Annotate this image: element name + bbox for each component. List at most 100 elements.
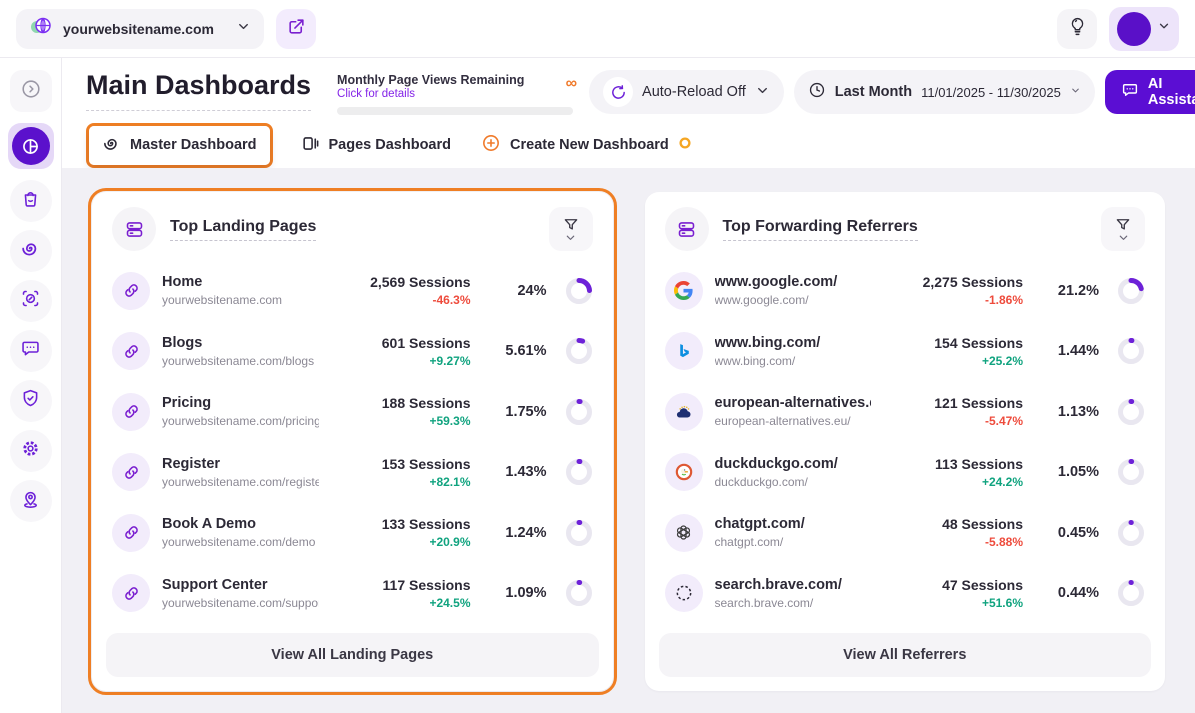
refresh-icon [603, 77, 633, 107]
item-percent: 0.44% [1037, 585, 1099, 601]
item-sessions: 188 Sessions [331, 395, 471, 411]
open-website-button[interactable] [276, 9, 316, 49]
sidebar-item-privacy[interactable] [10, 380, 52, 422]
list-item[interactable]: european-alternatives.eu/ european-alter… [665, 383, 1146, 441]
auto-reload-dropdown[interactable]: Auto-Reload Off [589, 70, 784, 114]
lightbulb-icon [1067, 16, 1088, 42]
list-item[interactable]: www.bing.com/ www.bing.com/ 154 Sessions… [665, 322, 1146, 380]
item-name: Home [162, 274, 319, 290]
view-all-button[interactable]: View All Landing Pages [106, 633, 599, 677]
item-sessions: 2,275 Sessions [883, 274, 1023, 290]
list-item[interactable]: Book A Demo yourwebsitename.com/demo 133… [112, 504, 593, 562]
item-name: Pricing [162, 395, 319, 411]
item-percent: 0.45% [1037, 525, 1099, 541]
sidebar-toggle-button[interactable] [10, 70, 52, 112]
bing-favicon-icon [665, 332, 703, 370]
tab-pages-dashboard[interactable]: Pages Dashboard [299, 126, 454, 165]
topbar: yourwebsitename.com [0, 0, 1195, 58]
date-range-picker[interactable]: Last Month 11/01/2025 - 11/30/2025 [794, 70, 1095, 114]
item-sessions: 153 Sessions [331, 456, 471, 472]
sidebar-item-settings[interactable] [10, 430, 52, 472]
view-all-button[interactable]: View All Referrers [659, 633, 1152, 677]
tab-master-dashboard[interactable]: Master Dashboard [89, 126, 270, 165]
quota-details-link[interactable]: Click for details [337, 88, 415, 100]
item-url: yourwebsitename.com [162, 293, 319, 307]
item-name: duckduckgo.com/ [715, 456, 872, 472]
top-forwarding-referrers-card: Top Forwarding Referrers www.google.com/… [645, 192, 1166, 691]
chat-bubble-icon [20, 338, 41, 364]
eu-alternatives-favicon-icon [665, 393, 703, 431]
infinity-value: ∞ [566, 76, 577, 92]
list-item[interactable]: chatgpt.com/ chatgpt.com/ 48 Sessions -5… [665, 504, 1146, 562]
donut-chart-icon [1117, 277, 1145, 305]
dashboards-icon [12, 127, 50, 165]
donut-chart-icon [565, 519, 593, 547]
list-item[interactable]: Home yourwebsitename.com 2,569 Sessions … [112, 262, 593, 320]
item-name: www.bing.com/ [715, 335, 872, 351]
period-range: 11/01/2025 - 11/30/2025 [921, 85, 1061, 100]
account-menu[interactable] [1109, 7, 1179, 51]
filter-button[interactable] [1101, 207, 1145, 251]
duckduckgo-favicon-icon [665, 453, 703, 491]
list-item[interactable]: duckduckgo.com/ duckduckgo.com/ 113 Sess… [665, 443, 1146, 501]
item-change: +24.2% [883, 475, 1023, 489]
shield-check-icon [20, 388, 41, 414]
page-title: Main Dashboards [86, 70, 311, 111]
list-item[interactable]: www.google.com/ www.google.com/ 2,275 Se… [665, 262, 1146, 320]
table-rows-icon [112, 207, 156, 251]
quota-progress-bar [337, 107, 573, 115]
donut-chart-icon [1117, 458, 1145, 486]
ideas-button[interactable] [1057, 9, 1097, 49]
item-sessions: 133 Sessions [331, 516, 471, 532]
item-change: +82.1% [331, 475, 471, 489]
list-item[interactable]: Support Center yourwebsitename.com/suppo… [112, 564, 593, 622]
ai-assistant-button[interactable]: AI Assistant [1105, 70, 1195, 114]
pages-icon [301, 134, 320, 157]
clock-icon [808, 81, 826, 103]
donut-chart-icon [1117, 337, 1145, 365]
chevron-down-icon [1070, 84, 1081, 100]
expand-sidebar-icon [20, 78, 42, 105]
target-dot-icon [678, 136, 692, 154]
funnel-icon [1114, 216, 1132, 234]
annotation-highlight: Top Landing Pages Home yourwebsitename.c… [88, 188, 617, 695]
sidebar-item-journeys[interactable] [10, 230, 52, 272]
pageviews-quota: Monthly Page Views Remaining Click for d… [337, 70, 573, 115]
website-name: yourwebsitename.com [63, 21, 226, 37]
page-header: Main Dashboards Monthly Page Views Remai… [62, 58, 1195, 122]
item-url: yourwebsitename.com/demo [162, 535, 319, 549]
item-change: +9.27% [331, 354, 471, 368]
card-title[interactable]: Top Forwarding Referrers [723, 218, 918, 241]
list-item[interactable]: Blogs yourwebsitename.com/blogs 601 Sess… [112, 322, 593, 380]
item-name: search.brave.com/ [715, 577, 872, 593]
link-favicon-icon [112, 393, 150, 431]
item-url: european-alternatives.eu/ [715, 414, 872, 428]
item-url: chatgpt.com/ [715, 535, 872, 549]
list-item[interactable]: Pricing yourwebsitename.com/pricing 188 … [112, 383, 593, 441]
sidebar-item-visitor-location[interactable] [10, 480, 52, 522]
item-percent: 1.75% [485, 404, 547, 420]
tab-create-new-dashboard[interactable]: Create New Dashboard [479, 125, 694, 165]
filter-button[interactable] [549, 207, 593, 251]
chevron-down-icon [565, 234, 576, 242]
sidebar-item-behavior[interactable] [10, 280, 52, 322]
item-sessions: 2,569 Sessions [331, 274, 471, 290]
website-selector[interactable]: yourwebsitename.com [16, 9, 264, 49]
location-pin-icon [20, 488, 41, 514]
table-rows-icon [665, 207, 709, 251]
sidebar-item-dashboards[interactable] [8, 123, 54, 169]
sidebar-item-feedback[interactable] [10, 330, 52, 372]
list-item[interactable]: Register yourwebsitename.com/register 15… [112, 443, 593, 501]
placeholder-favicon-icon [665, 574, 703, 612]
chat-icon [1121, 81, 1139, 103]
card-title[interactable]: Top Landing Pages [170, 218, 316, 241]
donut-chart-icon [1117, 579, 1145, 607]
widgets-area: Top Landing Pages Home yourwebsitename.c… [62, 168, 1195, 713]
ai-assistant-label: AI Assistant [1148, 76, 1195, 108]
item-sessions: 154 Sessions [883, 335, 1023, 351]
item-change: +51.6% [883, 596, 1023, 610]
list-item[interactable]: search.brave.com/ search.brave.com/ 47 S… [665, 564, 1146, 622]
item-name: www.google.com/ [715, 274, 872, 290]
rows: Home yourwebsitename.com 2,569 Sessions … [92, 259, 613, 625]
sidebar-item-ecommerce[interactable] [10, 180, 52, 222]
